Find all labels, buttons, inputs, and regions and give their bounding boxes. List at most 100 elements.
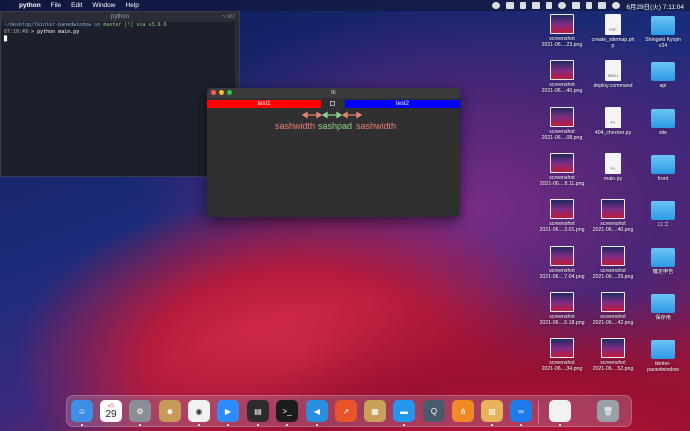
running-indicator bbox=[403, 424, 405, 426]
desktop-icon-label: Shingeki Kyojin v34 bbox=[645, 37, 680, 49]
dock-glyph: ◉ bbox=[195, 406, 203, 416]
terminal-command-line: 07:10:49 > python main.py bbox=[4, 29, 80, 35]
dock-chrome-icon[interactable]: ◉ bbox=[188, 400, 210, 422]
desktop-icon[interactable]: screenshot 2021-06....42.png bbox=[590, 292, 636, 326]
dock-calendar-icon[interactable]: 6月 29 bbox=[100, 400, 122, 422]
dock-glyph: ▤ bbox=[254, 406, 262, 416]
desktop-icon[interactable]: screenshot 2021-06....08.png bbox=[539, 107, 585, 141]
desktop-icon[interactable]: screenshot 2021-06....40.png bbox=[590, 199, 636, 233]
dock-contacts-icon[interactable]: ☻ bbox=[159, 400, 181, 422]
tk-titlebar[interactable]: tk bbox=[207, 88, 460, 98]
desktop-icon[interactable]: api bbox=[640, 60, 686, 89]
screenshot-thumbnail-icon bbox=[601, 292, 625, 312]
status-icon[interactable] bbox=[492, 2, 501, 9]
menu-edit[interactable]: Edit bbox=[71, 2, 82, 9]
dock-document-icon[interactable] bbox=[549, 400, 571, 422]
menu-file[interactable]: File bbox=[51, 2, 61, 9]
desktop-icon[interactable]: 確定申告 bbox=[640, 246, 686, 275]
desktop-icon[interactable]: screenshot 2021-06....52.png bbox=[590, 338, 636, 372]
desktop-icon-label: api bbox=[660, 83, 667, 89]
screenshot-thumbnail-icon bbox=[550, 199, 574, 219]
desktop-icon[interactable]: SHELL deploy.command bbox=[590, 60, 636, 89]
desktop-icon[interactable]: screenshot 2021-06....40.png bbox=[539, 60, 585, 94]
desktop-icon[interactable]: screenshot 2021-06....29.png bbox=[590, 246, 636, 280]
status-icon[interactable] bbox=[520, 2, 527, 9]
minimize-button[interactable] bbox=[219, 90, 224, 95]
running-indicator bbox=[139, 424, 141, 426]
running-indicator bbox=[257, 424, 259, 426]
status-icon[interactable] bbox=[506, 2, 515, 9]
desktop-icon[interactable]: PHP create_sitemap.ph p bbox=[590, 14, 636, 49]
desktop-icon[interactable]: screenshot 2021-06....7.04.png bbox=[539, 246, 585, 280]
label-line: 404_checker.py bbox=[594, 130, 632, 136]
dock-zoom-icon[interactable]: ▶ bbox=[217, 400, 239, 422]
dock-preview-icon[interactable]: ▨ bbox=[481, 400, 503, 422]
dock-archive-utility-icon[interactable]: ▦ bbox=[364, 400, 386, 422]
label-line: main.py bbox=[603, 176, 623, 182]
desktop-icon[interactable]: Shingeki Kyojin v34 bbox=[640, 14, 686, 49]
battery-icon[interactable] bbox=[572, 2, 581, 9]
dock-glyph: ⋔ bbox=[459, 406, 467, 416]
dock-vscode-icon[interactable]: ◀ bbox=[306, 400, 328, 422]
label-line: 2021-06....40.png bbox=[541, 88, 583, 94]
terminal-window[interactable]: python ⌥⌘2 ~/desktop/tkinter-panedwindow… bbox=[0, 11, 240, 178]
calendar-day: 29 bbox=[105, 408, 117, 420]
close-button[interactable] bbox=[211, 90, 216, 95]
terminal-titlebar[interactable]: python ⌥⌘2 bbox=[1, 12, 239, 22]
desktop-icon[interactable]: PY 404_checker.py bbox=[590, 107, 636, 136]
folder-icon bbox=[651, 62, 675, 81]
menu-app-python[interactable]: python bbox=[19, 2, 41, 9]
screenshot-thumbnail-icon bbox=[550, 292, 574, 312]
dock-glyph: ☻ bbox=[165, 406, 175, 416]
status-icon[interactable] bbox=[532, 2, 541, 9]
desktop-icon[interactable]: screenshot 2021-06....8.11.png bbox=[539, 153, 585, 187]
desktop-icon[interactable]: screenshot 2021-06....6.18.png bbox=[539, 292, 585, 326]
folder-icon bbox=[651, 109, 675, 128]
dock-finder-icon[interactable]: ☺ bbox=[71, 400, 93, 422]
label-line: 2021-06....29.png bbox=[592, 274, 634, 280]
desktop-icon[interactable]: PY main.py bbox=[590, 153, 636, 182]
label-line: 2021-06....6.18.png bbox=[539, 320, 585, 326]
desktop-icon[interactable]: screenshot 2021-06....34.png bbox=[539, 338, 585, 372]
desktop-icon[interactable]: site bbox=[640, 107, 686, 136]
dock-glyph: >_ bbox=[282, 406, 292, 416]
siri-icon[interactable] bbox=[612, 2, 621, 9]
pane-sash-handle[interactable] bbox=[330, 101, 335, 106]
desktop-icon-label: site bbox=[659, 130, 667, 136]
label-line: 2021-06....34.png bbox=[541, 366, 583, 372]
dock-separator bbox=[538, 401, 539, 423]
desktop-icon[interactable]: tkinter-panedwindow bbox=[640, 338, 686, 373]
dock-trash-icon[interactable]: 🗑 bbox=[597, 400, 619, 422]
desktop-icon[interactable]: ロゴ bbox=[640, 199, 686, 228]
menu-clock[interactable]: 6月29日(火) 7:11:04 bbox=[626, 1, 684, 11]
menu-window[interactable]: Window bbox=[92, 2, 115, 9]
label-line: 2021-06....8.11.png bbox=[539, 181, 585, 187]
dock-terminal-icon[interactable]: >_ bbox=[276, 400, 298, 422]
dock-quicktime-icon[interactable]: Q bbox=[423, 400, 445, 422]
desktop-icon[interactable]: screenshot 2021-06....23.png bbox=[539, 14, 585, 48]
dock-infinity-icon[interactable]: ∞ bbox=[510, 400, 532, 422]
dock-docker-icon[interactable]: ▬ bbox=[393, 400, 415, 422]
desktop-icon[interactable]: 保存用 bbox=[640, 292, 686, 321]
screenshot-thumbnail-icon bbox=[550, 338, 574, 358]
dock-sourcetree-icon[interactable]: ⋔ bbox=[452, 400, 474, 422]
zoom-button[interactable] bbox=[227, 90, 232, 95]
label-line: 保存用 bbox=[655, 315, 671, 321]
desktop-icon[interactable]: front bbox=[640, 153, 686, 182]
dock-instruments-icon[interactable]: ↗ bbox=[335, 400, 357, 422]
running-indicator bbox=[286, 424, 288, 426]
status-icon[interactable] bbox=[546, 2, 553, 9]
wifi-icon[interactable] bbox=[558, 2, 567, 9]
file-icon: PY bbox=[605, 153, 621, 174]
desktop-icon[interactable]: screenshot 2021-06....3.01.png bbox=[539, 199, 585, 233]
tk-window[interactable]: tk test1 test2 sashwidth sashpad sashwid… bbox=[207, 88, 460, 217]
terminal-title: python bbox=[110, 14, 129, 20]
desktop-icon-label: screenshot 2021-06....42.png bbox=[593, 314, 634, 326]
file-icon: SHELL bbox=[605, 60, 621, 81]
dock-system-preferences-icon[interactable]: ⚙ bbox=[129, 400, 151, 422]
menu-help[interactable]: Help bbox=[125, 2, 138, 9]
search-icon[interactable] bbox=[586, 2, 593, 9]
control-center-icon[interactable] bbox=[598, 2, 607, 9]
dock: ☺ 6月 29 ⚙ ☻ ◉ ▶ ▤ >_ ◀ ↗ ▦ ▬ Q ⋔ ▨ ∞ 🗑 bbox=[66, 395, 632, 427]
dock-activity-monitor-icon[interactable]: ▤ bbox=[247, 400, 269, 422]
